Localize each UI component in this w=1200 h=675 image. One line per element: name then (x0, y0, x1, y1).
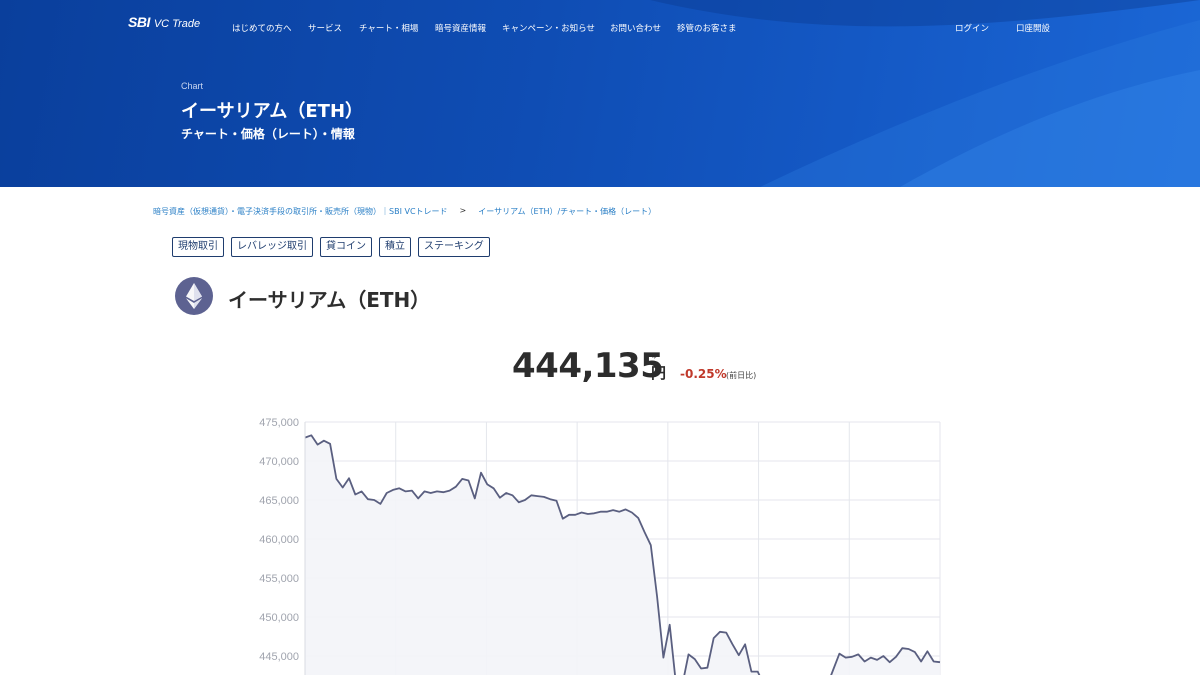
current-price: 444,135 (512, 346, 664, 386)
chart-ytick-label: 470,000 (259, 456, 299, 468)
chart-ytick-label: 460,000 (259, 534, 299, 546)
login-link[interactable]: ログイン (955, 22, 989, 34)
logo-sbi-text: SBI (128, 14, 150, 30)
hero-banner: SBI VC Trade はじめての方へ サービス チャート・相場 暗号資産情報… (0, 0, 1200, 187)
tab-leverage[interactable]: レバレッジ取引 (231, 237, 313, 257)
chart-ytick-label: 475,000 (259, 417, 299, 429)
hero-eyebrow: Chart (181, 81, 204, 91)
breadcrumb-home-link[interactable]: 暗号資産（仮想通貨）・電子決済手段の取引所・販売所（現物）｜SBI VCトレード (153, 206, 448, 217)
logo-vc-text: VC Trade (153, 18, 201, 30)
breadcrumb-current-link[interactable]: イーサリアム（ETH）/チャート・価格（レート） (478, 206, 656, 217)
nav-item-crypto-info[interactable]: 暗号資産情報 (435, 22, 486, 34)
chart-area-fill (305, 435, 940, 675)
ethereum-icon (175, 277, 213, 315)
trade-type-tabs: 現物取引 レバレッジ取引 貸コイン 積立 ステーキング (172, 237, 497, 257)
nav-item-campaigns[interactable]: キャンペーン・お知らせ (502, 22, 595, 34)
nav-item-charts[interactable]: チャート・相場 (359, 22, 418, 34)
nav-item-services[interactable]: サービス (308, 22, 342, 34)
sbi-vc-trade-logo[interactable]: SBI VC Trade (128, 14, 200, 30)
nav-item-transfer[interactable]: 移管のお客さま (677, 22, 737, 34)
coin-name: イーサリアム（ETH） (228, 288, 431, 312)
chart-ytick-label: 445,000 (259, 651, 299, 663)
price-change: -0.25% (680, 367, 727, 381)
breadcrumb: 暗号資産（仮想通貨）・電子決済手段の取引所・販売所（現物）｜SBI VCトレード… (153, 206, 656, 217)
chart-ytick-label: 465,000 (259, 495, 299, 507)
tab-spot[interactable]: 現物取引 (172, 237, 224, 257)
chart-ytick-label: 450,000 (259, 612, 299, 624)
nav-item-contact[interactable]: お問い合わせ (610, 22, 661, 34)
open-account-link[interactable]: 口座開設 (1016, 22, 1050, 34)
tab-lending[interactable]: 貸コイン (320, 237, 372, 257)
breadcrumb-separator: > (459, 206, 467, 215)
price-chart[interactable]: 445,000 450,000 455,000 460,000 465,000 470,0… (240, 410, 960, 675)
page-subtitle: チャート・価格（レート）・情報 (181, 127, 355, 141)
top-navigation: SBI VC Trade はじめての方へ サービス チャート・相場 暗号資産情報… (0, 0, 1200, 56)
page-title: イーサリアム（ETH） (181, 101, 364, 122)
chart-ytick-label: 455,000 (259, 573, 299, 585)
price-change-note: (前日比) (726, 371, 757, 380)
nav-item-beginners[interactable]: はじめての方へ (232, 22, 292, 34)
tab-staking[interactable]: ステーキング (418, 237, 490, 257)
tab-accumulation[interactable]: 積立 (379, 237, 411, 257)
price-unit: 円 (651, 364, 667, 382)
